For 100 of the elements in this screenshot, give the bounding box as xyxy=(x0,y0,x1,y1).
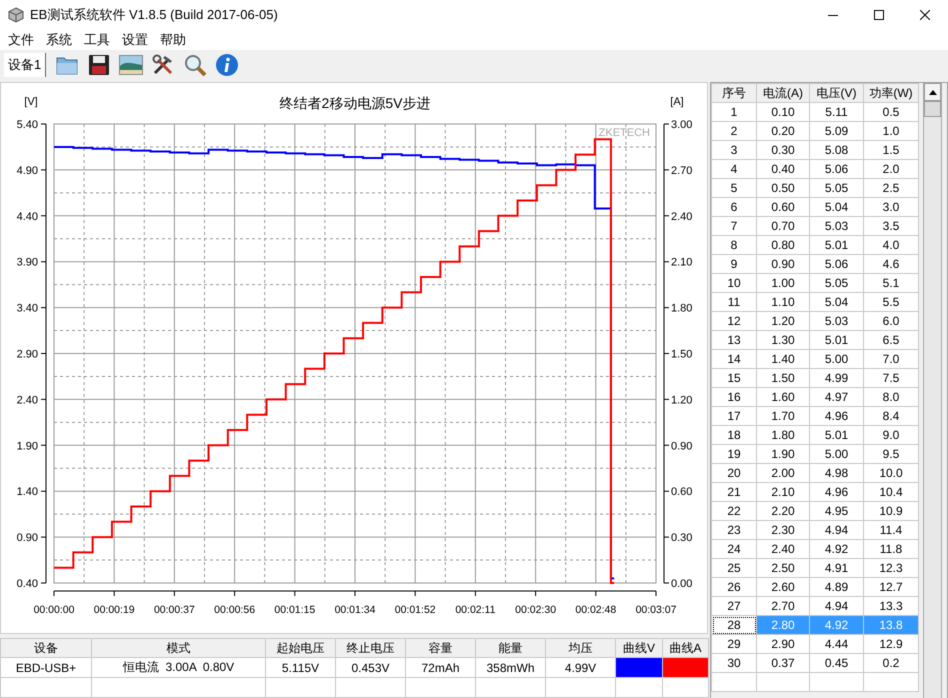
axis-tick-label: 0.60 xyxy=(671,486,692,498)
table-row[interactable]: 19 1.90 5.00 9.5 xyxy=(712,444,918,464)
table-cell: 21 xyxy=(712,482,756,502)
table-row[interactable]: 14 1.40 5.00 7.0 xyxy=(712,350,918,368)
table-row[interactable]: 30 0.37 0.45 0.2 xyxy=(712,654,918,672)
up-arrow-icon xyxy=(928,90,936,94)
table-row[interactable]: 18 1.80 5.01 9.0 xyxy=(712,426,918,444)
table-cell: 5.115V xyxy=(266,658,336,678)
chart-title: 终结者2移动电源5V步进 xyxy=(280,95,430,111)
table-row[interactable]: 15 1.50 4.99 7.5 xyxy=(712,368,918,388)
table-cell: 4.99V xyxy=(546,658,616,678)
table-row[interactable]: 13 1.30 5.01 6.5 xyxy=(712,330,918,350)
axis-tick-label: 0.40 xyxy=(16,578,38,590)
table-cell: 12 xyxy=(712,312,756,330)
table-row[interactable]: 29 2.90 4.44 12.9 xyxy=(712,634,918,654)
axis-tick-label: 3.90 xyxy=(16,256,38,269)
table-cell: 1 xyxy=(712,102,756,122)
scrollbar[interactable] xyxy=(923,83,942,698)
table-row[interactable]: 16 1.60 4.97 8.0 xyxy=(712,388,918,406)
axis-tick-label: 00:00:19 xyxy=(94,604,135,616)
window-title: EB测试系统软件 V1.8.5 (Build 2017-06-05) xyxy=(30,6,279,24)
axis-tick-label: 3.40 xyxy=(16,302,38,315)
axis-tick-label: 00:01:52 xyxy=(394,604,436,616)
table-row[interactable]: 25 2.50 4.91 12.3 xyxy=(712,558,918,578)
table-row[interactable]: 1 0.10 5.11 0.5 xyxy=(712,102,918,122)
menu-item[interactable]: 设置 xyxy=(116,31,154,49)
table-cell: 4 xyxy=(712,160,756,178)
axis-tick-label: 00:00:37 xyxy=(154,604,195,616)
maximize-icon xyxy=(874,10,884,20)
table-cell: 0.37 xyxy=(756,654,810,672)
table-row[interactable]: 24 2.40 4.92 11.8 xyxy=(712,540,918,558)
table-row[interactable]: 12 1.20 5.03 6.0 xyxy=(712,312,918,330)
table-cell: 11 xyxy=(712,292,756,312)
table-row[interactable]: 27 2.70 4.94 13.3 xyxy=(712,596,918,616)
axis-tick-label: 0.00 xyxy=(671,578,692,590)
table-row[interactable]: 5 0.50 5.05 2.5 xyxy=(712,178,918,198)
table-row[interactable]: 21 2.10 4.96 10.4 xyxy=(712,482,918,502)
table-row[interactable]: 9 0.90 5.06 4.6 xyxy=(712,254,918,274)
table-row[interactable]: 8 0.80 5.01 4.0 xyxy=(712,236,918,254)
axis-tick-label: 00:02:48 xyxy=(575,604,616,616)
axis-tick-label: 00:00:56 xyxy=(214,604,256,616)
table-row[interactable]: 3 0.30 5.08 1.5 xyxy=(712,140,918,160)
table-cell: 0.2 xyxy=(864,654,918,672)
table-cell: 24 xyxy=(712,540,756,558)
table-cell: 0.453V xyxy=(336,658,406,678)
table-cell: 23 xyxy=(712,520,756,540)
table-row[interactable]: 20 2.00 4.98 10.0 xyxy=(712,464,918,482)
table-cell: 15 xyxy=(712,368,756,388)
column-header: 容量 xyxy=(406,638,476,658)
device-tab[interactable]: 设备1 xyxy=(4,53,46,77)
table-cell: 0.45 xyxy=(810,654,864,672)
axis-tick-label: 1.40 xyxy=(16,486,38,498)
table-cell: 19 xyxy=(712,444,756,464)
table-cell: 2 xyxy=(712,122,756,140)
cube-icon xyxy=(8,7,24,23)
scroll-up-button[interactable] xyxy=(924,83,941,101)
chart-watermark: ZKETECH xyxy=(598,127,650,139)
table-row[interactable]: 10 1.00 5.05 5.1 xyxy=(712,274,918,292)
table-row[interactable]: 6 0.60 5.04 3.0 xyxy=(712,198,918,216)
column-header: 均压 xyxy=(546,638,616,658)
table-cell: 26 xyxy=(712,578,756,596)
table-row[interactable]: 26 2.60 4.89 12.7 xyxy=(712,578,918,596)
table-cell: 3 xyxy=(712,140,756,160)
column-header: 曲线A xyxy=(662,638,708,658)
axis-tick-label: 00:02:11 xyxy=(455,604,496,616)
table-row[interactable]: 2 0.20 5.09 1.0 xyxy=(712,122,918,140)
menu-item[interactable]: 工具 xyxy=(78,31,116,49)
table-row[interactable]: 11 1.10 5.04 5.5 xyxy=(712,292,918,312)
menu-item[interactable]: 帮助 xyxy=(154,31,192,49)
table-cell: 27 xyxy=(712,596,756,616)
column-header: 起始电压 xyxy=(266,638,336,658)
table-cell: 9 xyxy=(712,254,756,274)
table-cell: 6 xyxy=(712,198,756,216)
table-row[interactable]: 17 1.70 4.96 8.4 xyxy=(712,406,918,426)
axis-tick-label: 00:01:34 xyxy=(334,604,376,616)
table-cell: 22 xyxy=(712,502,756,520)
table-cell: 72mAh xyxy=(406,658,476,678)
minimize-icon xyxy=(828,14,838,16)
axis-tick-label: 0.30 xyxy=(671,532,692,544)
table-row[interactable]: 23 2.30 4.94 11.4 xyxy=(712,520,918,540)
table-cell: 25 xyxy=(712,558,756,578)
menu-item[interactable]: 文件 xyxy=(2,31,40,49)
axis-tick-label: 5.40 xyxy=(16,119,38,131)
axis-tick-label: 3.00 xyxy=(671,119,692,131)
table-row[interactable]: 28 2.80 4.92 13.8 xyxy=(712,616,918,634)
table-row[interactable]: 7 0.70 5.03 3.5 xyxy=(712,216,918,236)
table-cell: 28 xyxy=(712,616,756,634)
close-icon xyxy=(920,10,930,20)
column-header: 电流(A) xyxy=(756,84,810,102)
column-header: 电压(V) xyxy=(810,84,864,102)
axis-tick-label: 2.40 xyxy=(16,394,38,406)
table-row[interactable]: 4 0.40 5.06 2.0 xyxy=(712,160,918,178)
axis-tick-label: 1.20 xyxy=(671,394,692,406)
axis-label: [V] xyxy=(24,96,38,108)
menu-item[interactable]: 系统 xyxy=(40,31,78,49)
axis-tick-label: 2.40 xyxy=(671,210,692,223)
scroll-thumb[interactable] xyxy=(924,101,941,117)
table-row[interactable]: 22 2.20 4.95 10.9 xyxy=(712,502,918,520)
table-cell: EBD-USB+ xyxy=(0,658,92,678)
table-cell: 16 xyxy=(712,388,756,406)
